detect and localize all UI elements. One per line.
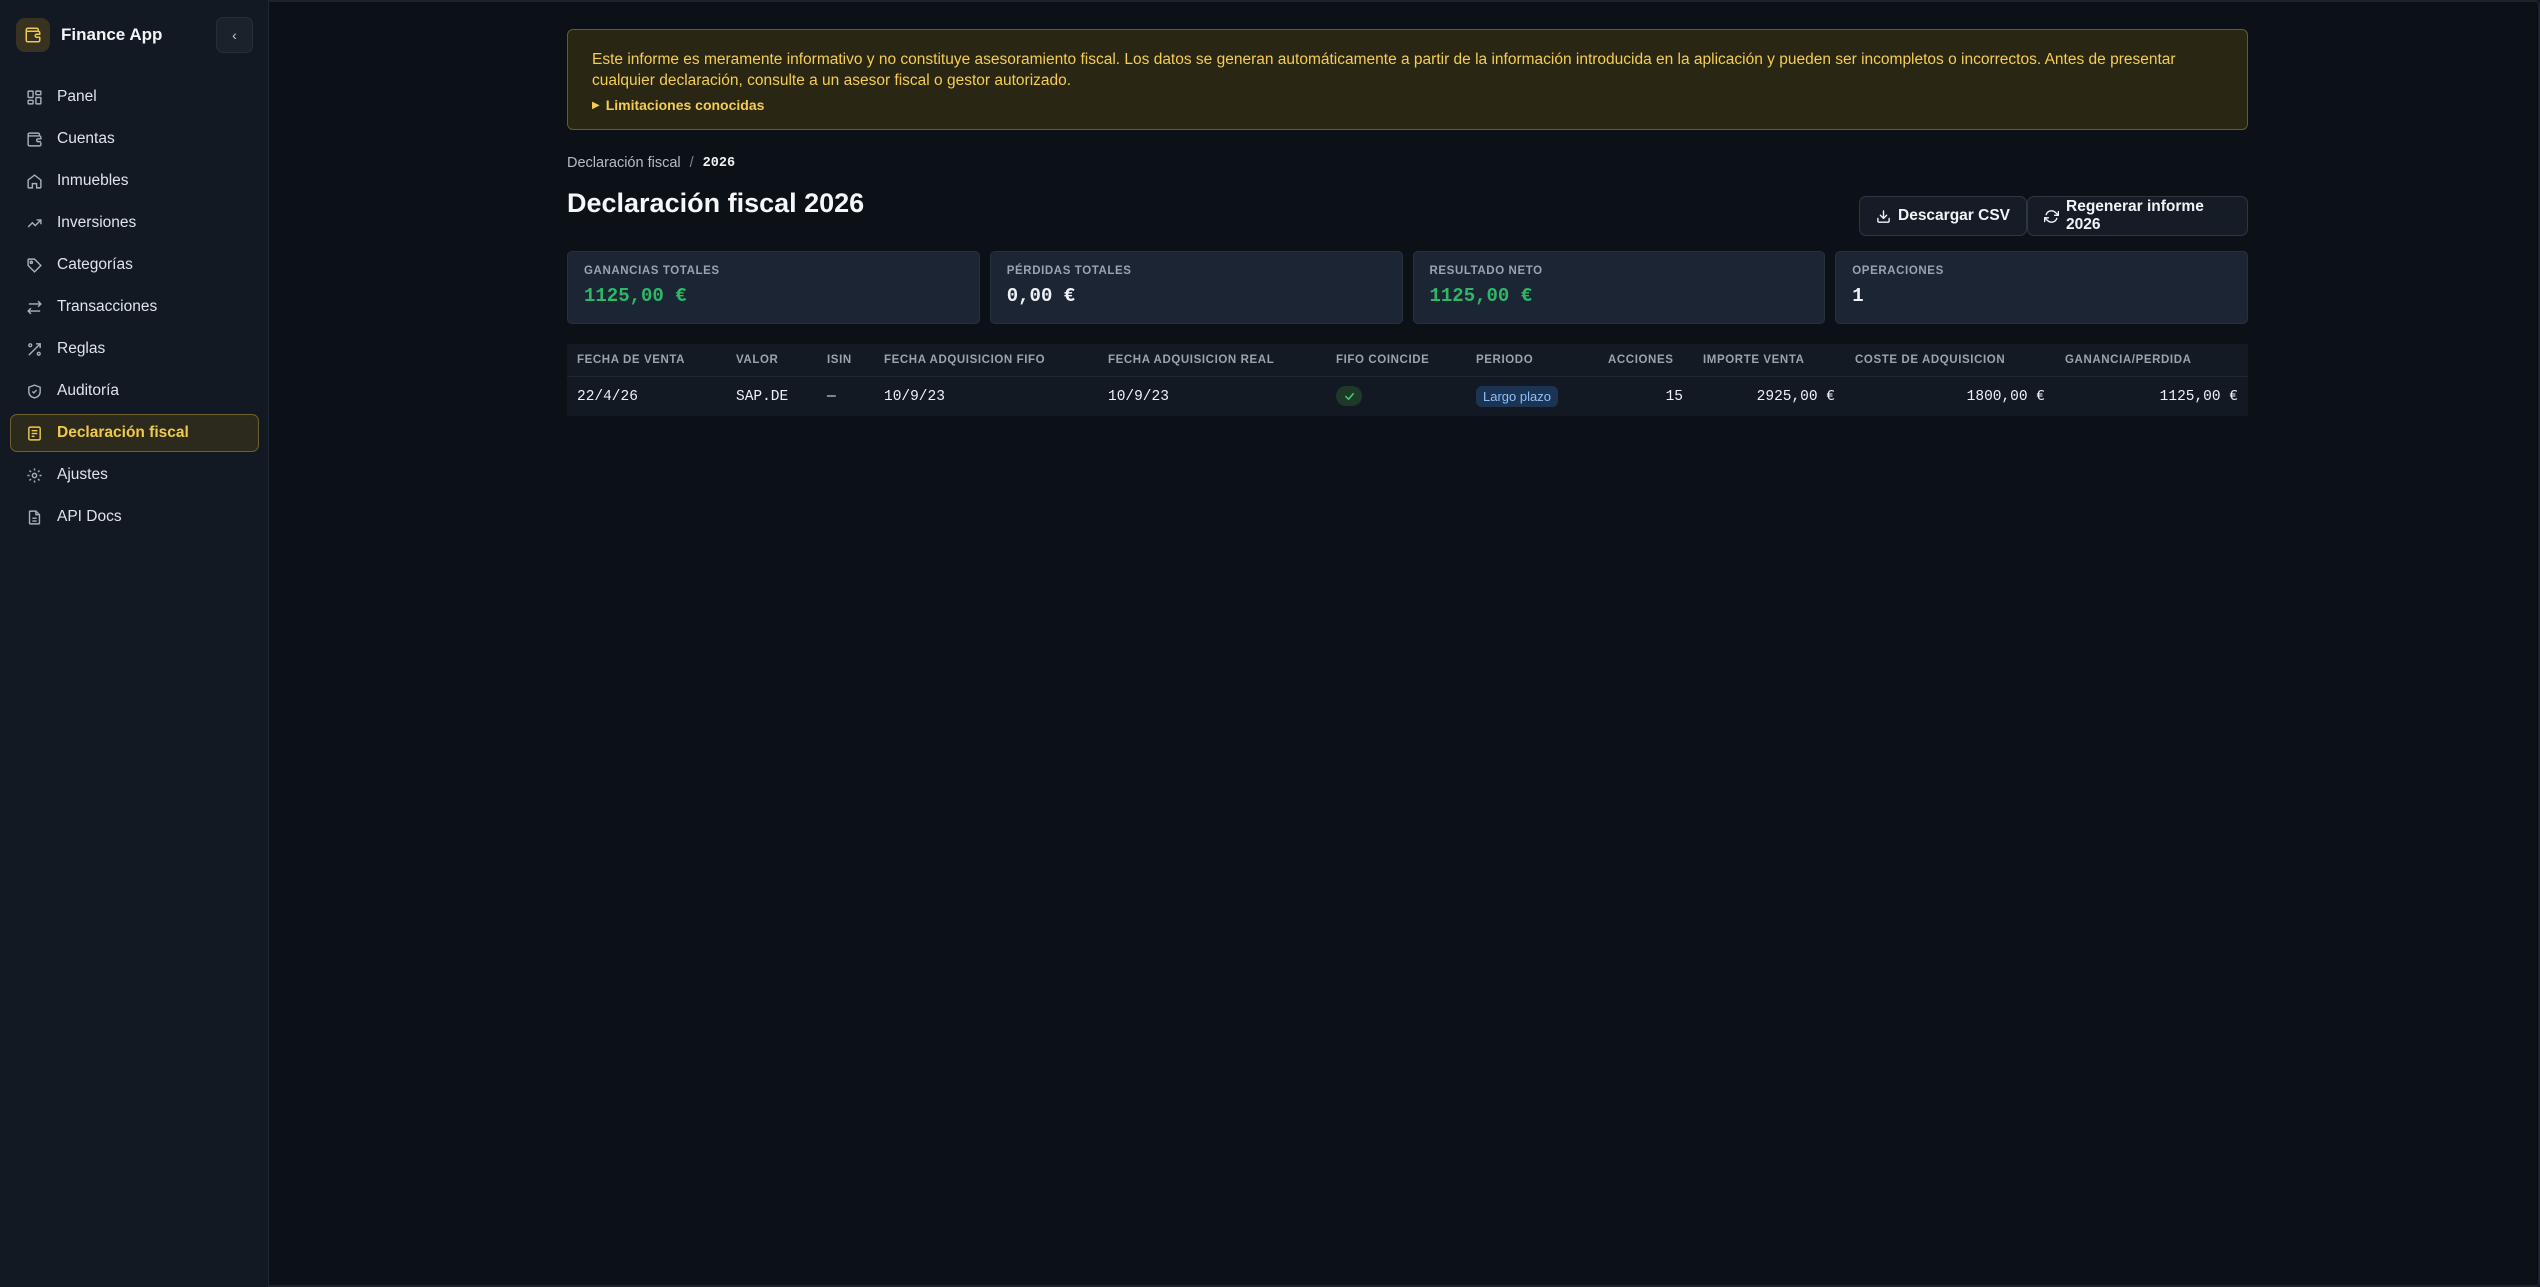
cell-security: SAP.DE (736, 388, 789, 405)
cell-sale-amount: 2925,00 € (1756, 388, 1835, 405)
column-header-sale-amount[interactable]: IMPORTE VENTA (1693, 354, 1845, 366)
column-header-isin[interactable]: ISIN (817, 354, 874, 366)
sidebar-item-inversiones[interactable]: Inversiones (10, 204, 259, 242)
page-title: Declaración fiscal 2026 (567, 188, 865, 218)
caret-right-icon: ▶ (592, 99, 600, 111)
refresh-icon (2044, 209, 2059, 224)
arrows-swap-icon (25, 298, 43, 316)
trending-up-icon (25, 214, 43, 232)
sidebar-item-label: Categorías (57, 256, 133, 273)
stat-value: 0,00 € (1006, 285, 1076, 307)
sidebar-item-reglas[interactable]: Reglas (10, 330, 259, 368)
regenerate-report-button[interactable]: Regenerar informe 2026 (2027, 196, 2248, 236)
stat-label: RESULTADO NETO (1429, 265, 1543, 277)
stat-label: GANANCIAS TOTALES (584, 265, 720, 277)
sidebar-item-label: Auditoría (57, 382, 120, 399)
stat-card-net-result: RESULTADO NETO 1125,00 € (1412, 251, 1826, 324)
cell-gain-loss: 1125,00 € (2159, 388, 2238, 405)
table-row[interactable]: 22/4/26 SAP.DE — 10/9/23 10/9/23 Largo p… (567, 376, 2248, 416)
stat-card-total-gains: GANANCIAS TOTALES 1125,00 € (567, 251, 980, 324)
rules-icon (25, 340, 43, 358)
title-row: Declaración fiscal 2026 Descargar CSV Re… (567, 186, 2248, 246)
disclaimer-banner: Este informe es meramente informativo y … (567, 29, 2248, 130)
stat-value: 1125,00 € (1429, 285, 1533, 307)
column-header-fifo-date[interactable]: FECHA ADQUISICIÓN FIFO (874, 354, 1098, 366)
sidebar-item-label: API Docs (57, 508, 122, 525)
sidebar-item-label: Cuentas (57, 130, 115, 147)
tax-operations-table: FECHA DE VENTA VALOR ISIN FECHA ADQUISIC… (567, 344, 2248, 416)
column-header-real-date[interactable]: FECHA ADQUISICIÓN REAL (1098, 354, 1326, 366)
cell-isin: — (827, 388, 836, 405)
stat-label: OPERACIONES (1852, 265, 1944, 277)
tag-icon (25, 256, 43, 274)
regenerate-report-label: Regenerar informe 2026 (2066, 198, 2204, 233)
stat-card-total-losses: PÉRDIDAS TOTALES 0,00 € (989, 251, 1403, 324)
column-header-sale-date[interactable]: FECHA DE VENTA (567, 354, 726, 366)
stat-value: 1125,00 € (584, 285, 687, 307)
column-header-security[interactable]: VALOR (726, 354, 817, 366)
breadcrumb: Declaración fiscal / 2026 (567, 155, 2248, 171)
sidebar-item-inmuebles[interactable]: Inmuebles (10, 162, 259, 200)
download-csv-label: Descargar CSV (1898, 207, 2011, 224)
sidebar-item-label: Inmuebles (57, 172, 129, 189)
cell-shares: 15 (1665, 388, 1683, 405)
download-csv-button[interactable]: Descargar CSV (1859, 196, 2028, 236)
disclaimer-text: Este informe es meramente informativo y … (592, 51, 2176, 89)
sidebar-item-transacciones[interactable]: Transacciones (10, 288, 259, 326)
column-header-period[interactable]: PERÍODO (1466, 354, 1598, 366)
download-icon (1876, 209, 1891, 224)
stat-value: 1 (1852, 285, 1864, 307)
receipt-icon (25, 424, 43, 442)
chevron-left-icon: ‹ (232, 27, 237, 43)
breadcrumb-separator: / (689, 155, 694, 171)
wallet-icon (25, 130, 43, 148)
sidebar-item-declaracion-fiscal[interactable]: Declaración fiscal (10, 414, 259, 452)
gear-icon (25, 466, 43, 484)
sidebar-nav: Panel Cuentas Inmuebles Inversiones Cate… (10, 78, 259, 540)
stat-label: PÉRDIDAS TOTALES (1006, 265, 1132, 277)
sidebar-item-label: Transacciones (57, 298, 158, 315)
sidebar-item-label: Panel (57, 88, 97, 105)
sidebar-item-categorias[interactable]: Categorías (10, 246, 259, 284)
dashboard-icon (25, 88, 43, 106)
sidebar-item-cuentas[interactable]: Cuentas (10, 120, 259, 158)
sidebar-item-label: Declaración fiscal (57, 424, 189, 441)
column-header-acquisition-cost[interactable]: COSTE DE ADQUISICIÓN (1845, 354, 2055, 366)
cell-acquisition-cost: 1800,00 € (1966, 388, 2045, 405)
collapse-sidebar-button[interactable]: ‹ (216, 17, 253, 53)
breadcrumb-parent[interactable]: Declaración fiscal (567, 155, 681, 171)
app-name: Finance App (61, 25, 163, 44)
known-limitations-label: Limitaciones conocidas (605, 97, 765, 113)
sidebar: Finance App ‹ Panel Cuentas Inmuebles In… (0, 0, 269, 1287)
brand[interactable]: Finance App (16, 18, 162, 52)
cell-sale-date: 22/4/26 (577, 388, 638, 405)
table-header: FECHA DE VENTA VALOR ISIN FECHA ADQUISIC… (567, 344, 2248, 376)
cell-real-date: 10/9/23 (1108, 388, 1169, 405)
cell-period: Largo plazo (1466, 386, 1598, 407)
cell-fifo-match (1326, 386, 1466, 407)
summary-stats: GANANCIAS TOTALES 1125,00 € PÉRDIDAS TOT… (567, 251, 2248, 324)
home-icon (25, 172, 43, 190)
document-icon (25, 508, 43, 526)
sidebar-item-panel[interactable]: Panel (10, 78, 259, 116)
sidebar-item-label: Ajustes (57, 466, 108, 483)
known-limitations-toggle[interactable]: ▶ Limitaciones conocidas (592, 97, 2223, 113)
sidebar-item-ajustes[interactable]: Ajustes (10, 456, 259, 494)
period-badge: Largo plazo (1476, 386, 1558, 407)
wallet-logo-icon (16, 18, 50, 52)
column-header-fifo-match[interactable]: FIFO COINCIDE (1326, 354, 1466, 366)
sidebar-item-auditoria[interactable]: Auditoría (10, 372, 259, 410)
sidebar-item-label: Reglas (57, 340, 106, 357)
breadcrumb-current: 2026 (702, 155, 736, 171)
main-content: Este informe es meramente informativo y … (567, 29, 2248, 416)
column-header-shares[interactable]: ACCIONES (1598, 354, 1693, 366)
sidebar-item-label: Inversiones (57, 214, 137, 231)
check-icon (1336, 386, 1362, 407)
column-header-gain-loss[interactable]: GANANCIA/PÉRDIDA (2055, 354, 2248, 366)
stat-card-operations: OPERACIONES 1 (1835, 251, 2248, 324)
sidebar-item-api-docs[interactable]: API Docs (10, 498, 259, 536)
shield-icon (25, 382, 43, 400)
cell-fifo-date: 10/9/23 (884, 388, 945, 405)
